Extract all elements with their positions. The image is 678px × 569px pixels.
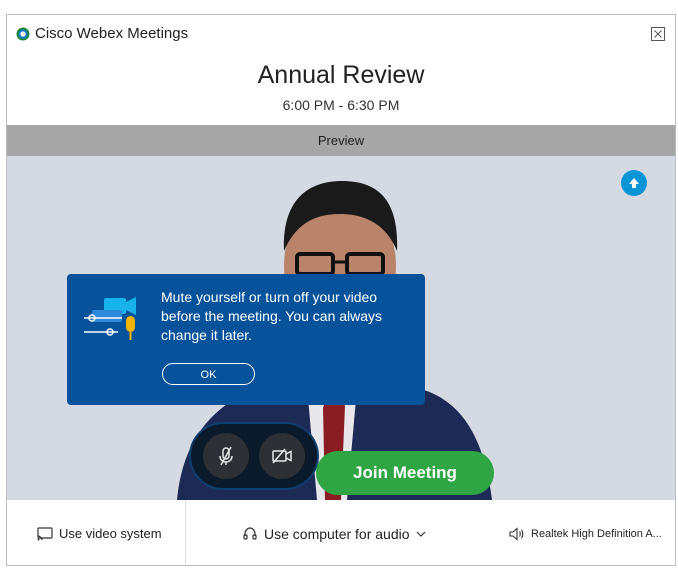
app-title: Cisco Webex Meetings	[35, 25, 189, 42]
webex-window: Cisco Webex Meetings Annual Review 6:00 …	[6, 14, 676, 566]
speaker-label: Realtek High Definition A...	[531, 527, 662, 540]
mic-muted-icon	[219, 446, 233, 466]
meeting-title: Annual Review	[257, 61, 425, 89]
video-preview: Mute yourself or turn off your video bef…	[7, 156, 675, 500]
preview-header: Preview	[7, 125, 675, 156]
headset-icon	[243, 526, 257, 540]
tooltip-pointer	[175, 286, 193, 295]
use-video-system-label: Use video system	[59, 526, 162, 541]
title-bar: Cisco Webex Meetings	[7, 15, 675, 51]
video-off-icon	[272, 448, 292, 464]
mute-tip-message: Mute yourself or turn off your video bef…	[161, 289, 383, 343]
close-icon[interactable]	[651, 27, 665, 41]
mute-tip-popover: Mute yourself or turn off your video bef…	[67, 274, 425, 405]
webex-logo-icon	[16, 27, 30, 41]
speaker-icon	[509, 526, 524, 541]
audio-connection-label: Use computer for audio	[264, 525, 410, 542]
bottom-toolbar: Use video system Use computer for audio …	[7, 500, 675, 565]
share-icon	[629, 178, 639, 188]
share-button[interactable]	[621, 170, 647, 196]
divider	[185, 500, 186, 565]
meeting-time: 6:00 PM - 6:30 PM	[282, 97, 400, 113]
speaker-select-button[interactable]: Realtek High Definition A...	[509, 500, 662, 565]
cast-icon	[37, 526, 53, 540]
audio-video-settings-icon	[84, 297, 136, 340]
mute-mic-button[interactable]	[203, 433, 249, 479]
ok-button[interactable]: OK	[162, 363, 255, 385]
av-controls	[191, 424, 317, 488]
audio-connection-dropdown[interactable]: Use computer for audio	[242, 500, 427, 565]
use-video-system-button[interactable]: Use video system	[37, 500, 162, 565]
stop-video-button[interactable]	[259, 433, 305, 479]
preview-label: Preview	[317, 133, 365, 148]
chevron-down-icon	[416, 531, 425, 537]
join-meeting-button[interactable]: Join Meeting	[316, 451, 494, 495]
